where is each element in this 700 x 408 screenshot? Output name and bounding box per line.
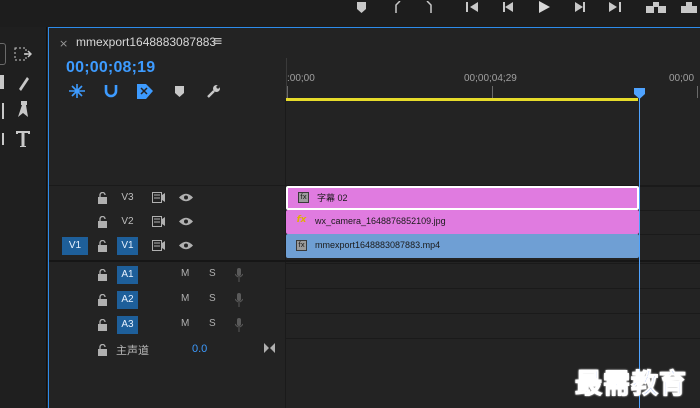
- lift-icon[interactable]: [645, 0, 667, 14]
- lock-icon[interactable]: [98, 216, 107, 228]
- hand-tool-edge: [0, 133, 4, 145]
- mute-button[interactable]: M: [181, 293, 189, 304]
- clip-label: mmexport1648883087883.mp4: [315, 240, 441, 250]
- play-icon[interactable]: [537, 0, 551, 14]
- lock-icon[interactable]: [98, 192, 107, 204]
- step-back-icon[interactable]: [502, 0, 516, 14]
- type-tool-icon[interactable]: [10, 129, 36, 149]
- lock-icon[interactable]: [98, 344, 107, 356]
- track-name-a1[interactable]: A1: [117, 266, 138, 284]
- eye-icon[interactable]: [179, 241, 193, 250]
- close-tab-icon[interactable]: ×: [59, 37, 68, 50]
- mute-button[interactable]: M: [181, 318, 189, 329]
- master-volume-value[interactable]: 0.0: [192, 343, 207, 355]
- timeline-panel: × mmexport1648883087883 ≡ 00;00;08;19 :0…: [48, 27, 700, 408]
- mark-in-icon[interactable]: [392, 0, 404, 14]
- ripple-tool-edge: [0, 75, 4, 89]
- wrench-settings-icon[interactable]: [204, 83, 222, 99]
- track-header-a3: A3 M S: [49, 313, 286, 337]
- ruler-tick: [287, 86, 288, 98]
- solo-button[interactable]: S: [209, 318, 216, 329]
- razor-tool-icon[interactable]: [10, 73, 36, 93]
- playhead-timecode[interactable]: 00;00;08;19: [66, 59, 155, 77]
- transport-bar: [0, 0, 700, 27]
- track-lane-a3[interactable]: [286, 313, 700, 337]
- microphone-icon[interactable]: [235, 293, 243, 307]
- clip-mmexport-mp4[interactable]: fx mmexport1648883087883.mp4: [286, 234, 639, 258]
- sync-lock-icon[interactable]: [152, 240, 165, 251]
- clip-title-02[interactable]: fx 字幕 02: [286, 186, 639, 210]
- track-name-v3[interactable]: V3: [117, 189, 138, 207]
- track-header-a2: A2 M S: [49, 288, 286, 312]
- add-marker-icon[interactable]: [170, 83, 188, 99]
- add-marker-icon[interactable]: [355, 0, 367, 14]
- step-forward-icon[interactable]: [572, 0, 586, 14]
- mute-button[interactable]: M: [181, 268, 189, 279]
- track-name-a3[interactable]: A3: [117, 316, 138, 334]
- ruler-tick: [492, 86, 493, 98]
- slip-tool-edge: [0, 103, 4, 119]
- mark-out-icon[interactable]: [423, 0, 435, 14]
- pen-tool-icon[interactable]: [10, 100, 36, 120]
- go-to-in-icon[interactable]: [465, 0, 481, 14]
- source-patch-v1[interactable]: V1: [62, 237, 88, 255]
- solo-button[interactable]: S: [209, 268, 216, 279]
- fx-badge-icon: fx: [296, 215, 307, 225]
- track-header-a1: A1 M S: [49, 263, 286, 287]
- panel-menu-icon[interactable]: ≡: [212, 34, 223, 49]
- lock-icon[interactable]: [98, 294, 107, 306]
- track-lane-master[interactable]: [286, 338, 700, 362]
- ruler-label: 00;00;04;29: [464, 73, 517, 84]
- video-audio-divider[interactable]: [49, 260, 700, 262]
- track-lane-a2[interactable]: [286, 288, 700, 312]
- fx-badge-icon: fx: [298, 192, 309, 203]
- lock-icon[interactable]: [98, 319, 107, 331]
- eye-icon[interactable]: [179, 217, 193, 226]
- sync-lock-icon[interactable]: [152, 192, 165, 203]
- track-name-a2[interactable]: A2: [117, 291, 138, 309]
- clip-label: wx_camera_1648876852109.jpg: [315, 216, 446, 226]
- linked-selection-icon[interactable]: [136, 83, 154, 99]
- snap-icon[interactable]: [102, 83, 120, 99]
- nest-toggle-icon[interactable]: [68, 83, 86, 99]
- clip-label: 字幕 02: [317, 193, 348, 203]
- work-area-bar[interactable]: [286, 98, 638, 101]
- selection-tool-frame: [0, 43, 6, 65]
- extract-icon[interactable]: [680, 0, 698, 14]
- track-name-v1[interactable]: V1: [117, 237, 138, 255]
- ruler-tick: [697, 86, 698, 98]
- lock-icon[interactable]: [98, 269, 107, 281]
- master-track-label: 主声道: [116, 344, 149, 357]
- microphone-icon[interactable]: [235, 318, 243, 332]
- sequence-tab-title[interactable]: mmexport1648883087883: [76, 35, 216, 49]
- ruler-label: :00;00: [287, 73, 315, 84]
- track-header-master: 主声道 0.0: [49, 338, 286, 362]
- track-lane-a1[interactable]: [286, 263, 700, 287]
- go-to-out-icon[interactable]: [606, 0, 622, 14]
- track-select-tool-icon[interactable]: [10, 44, 36, 64]
- go-to-end-icon[interactable]: [264, 343, 275, 353]
- ruler-label: 00;00: [669, 73, 695, 84]
- solo-button[interactable]: S: [209, 293, 216, 304]
- lock-icon[interactable]: [98, 240, 107, 252]
- track-header-v1: V1 V1: [49, 234, 286, 258]
- tools-panel: [0, 27, 47, 408]
- watermark-logo: 最需教育: [575, 369, 687, 401]
- track-header-v3: V3: [49, 186, 286, 210]
- playhead-handle-icon[interactable]: [634, 88, 645, 99]
- track-header-v2: V2: [49, 210, 286, 234]
- sync-lock-icon[interactable]: [152, 216, 165, 227]
- track-name-v2[interactable]: V2: [117, 213, 138, 231]
- fx-badge-icon: fx: [296, 240, 307, 251]
- clip-wx-camera-jpg[interactable]: fx wx_camera_1648876852109.jpg: [286, 210, 639, 234]
- microphone-icon[interactable]: [235, 268, 243, 282]
- eye-icon[interactable]: [179, 193, 193, 202]
